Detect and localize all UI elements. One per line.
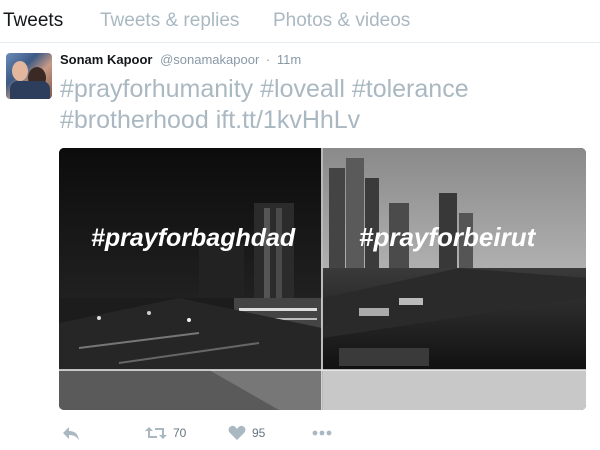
hashtag-link[interactable]: #brotherhood: [60, 106, 209, 134]
caption-prayforbaghdad: #prayforbaghdad: [91, 224, 296, 252]
reply-icon: [63, 427, 79, 440]
avatar-figure-body: [10, 81, 50, 99]
tweet-timestamp[interactable]: 11m: [277, 52, 301, 67]
tweet-header: Sonam Kapoor @sonamakapoor · 11m: [60, 52, 301, 67]
tweet-media-image[interactable]: #prayforbaghdad #prayforbeirut: [59, 148, 586, 410]
hashtag-link[interactable]: #prayforhumanity: [60, 75, 253, 103]
more-icon: [312, 430, 332, 436]
tweet[interactable]: Sonam Kapoor @sonamakapoor · 11m #prayfo…: [0, 43, 600, 450]
hashtag-link[interactable]: #loveall: [260, 75, 345, 103]
retweet-button[interactable]: 70: [145, 423, 186, 443]
reply-button[interactable]: [62, 423, 80, 443]
media-collage: #prayforbaghdad #prayforbeirut: [59, 148, 586, 410]
tweet-text: #prayforhumanity #loveall #tolerance #br…: [60, 74, 590, 136]
tab-photos-and-videos[interactable]: Photos & videos: [273, 10, 410, 32]
caption-prayforbeirut: #prayforbeirut: [359, 222, 537, 252]
retweet-count: 70: [173, 426, 187, 440]
author-handle[interactable]: @sonamakapoor: [160, 52, 259, 67]
url-link[interactable]: ift.tt/1kvHhLv: [216, 106, 361, 134]
author-name[interactable]: Sonam Kapoor: [60, 52, 152, 67]
hashtag-link[interactable]: #tolerance: [352, 75, 469, 103]
more-button[interactable]: [312, 423, 332, 443]
heart-icon: [228, 425, 246, 440]
retweet-icon: [145, 427, 167, 439]
like-count: 95: [252, 426, 266, 440]
header-separator: ·: [265, 52, 271, 67]
avatar-figure-face: [12, 61, 28, 81]
tab-tweets-and-replies[interactable]: Tweets & replies: [100, 10, 239, 32]
profile-tabs: Tweets Tweets & replies Photos & videos: [0, 0, 600, 43]
avatar[interactable]: [6, 53, 52, 99]
tab-tweets[interactable]: Tweets: [3, 10, 63, 32]
like-button[interactable]: 95: [228, 423, 265, 443]
tweet-actions: 70 95: [60, 423, 460, 447]
